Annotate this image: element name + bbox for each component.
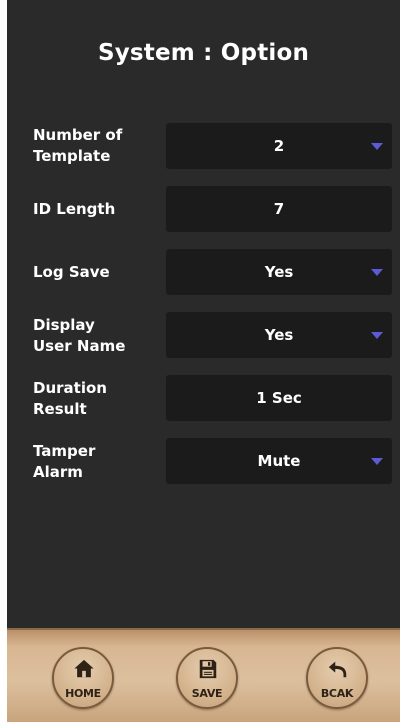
label-log-save: Log Save bbox=[33, 263, 110, 281]
floppy-disk-icon bbox=[199, 659, 217, 679]
dropdown-caret-icon bbox=[371, 269, 383, 276]
back-button[interactable]: BCAK bbox=[306, 647, 368, 709]
tamper-alarm-value: Mute bbox=[257, 452, 301, 470]
page-title: System : Option bbox=[97, 40, 310, 66]
number-of-template-value: 2 bbox=[273, 137, 285, 155]
device-frame: System : Option Number of Template 2 ID … bbox=[7, 0, 400, 722]
tamper-alarm-dropdown[interactable]: Mute bbox=[166, 438, 392, 484]
display-user-name-value: Yes bbox=[264, 326, 294, 344]
log-save-dropdown[interactable]: Yes bbox=[166, 249, 392, 295]
label-number-of-template: Number of Template bbox=[33, 126, 123, 165]
bottom-nav-bar: HOME SAVE BCAK bbox=[7, 628, 400, 722]
number-of-template-dropdown[interactable]: 2 bbox=[166, 123, 392, 169]
house-icon bbox=[74, 659, 94, 678]
label-tamper-alarm: Tamper Alarm bbox=[33, 442, 96, 481]
options-screen: System : Option Number of Template 2 ID … bbox=[7, 0, 400, 628]
save-label: SAVE bbox=[191, 687, 223, 700]
log-save-value: Yes bbox=[264, 263, 294, 281]
id-length-field[interactable]: 7 bbox=[166, 186, 392, 232]
label-display-user-name: Display User Name bbox=[33, 316, 126, 355]
label-duration-result: Duration Result bbox=[33, 379, 107, 418]
display-user-name-dropdown[interactable]: Yes bbox=[166, 312, 392, 358]
dropdown-caret-icon bbox=[371, 458, 383, 465]
home-label: HOME bbox=[65, 687, 101, 700]
duration-result-value: 1 Sec bbox=[256, 389, 302, 407]
duration-result-field[interactable]: 1 Sec bbox=[166, 375, 392, 421]
dropdown-caret-icon bbox=[371, 143, 383, 150]
label-id-length: ID Length bbox=[33, 200, 116, 218]
save-button[interactable]: SAVE bbox=[176, 647, 238, 709]
home-button[interactable]: HOME bbox=[52, 647, 114, 709]
back-arrow-icon bbox=[328, 661, 347, 678]
back-label: BCAK bbox=[320, 687, 354, 700]
dropdown-caret-icon bbox=[371, 332, 383, 339]
id-length-value: 7 bbox=[273, 200, 285, 218]
